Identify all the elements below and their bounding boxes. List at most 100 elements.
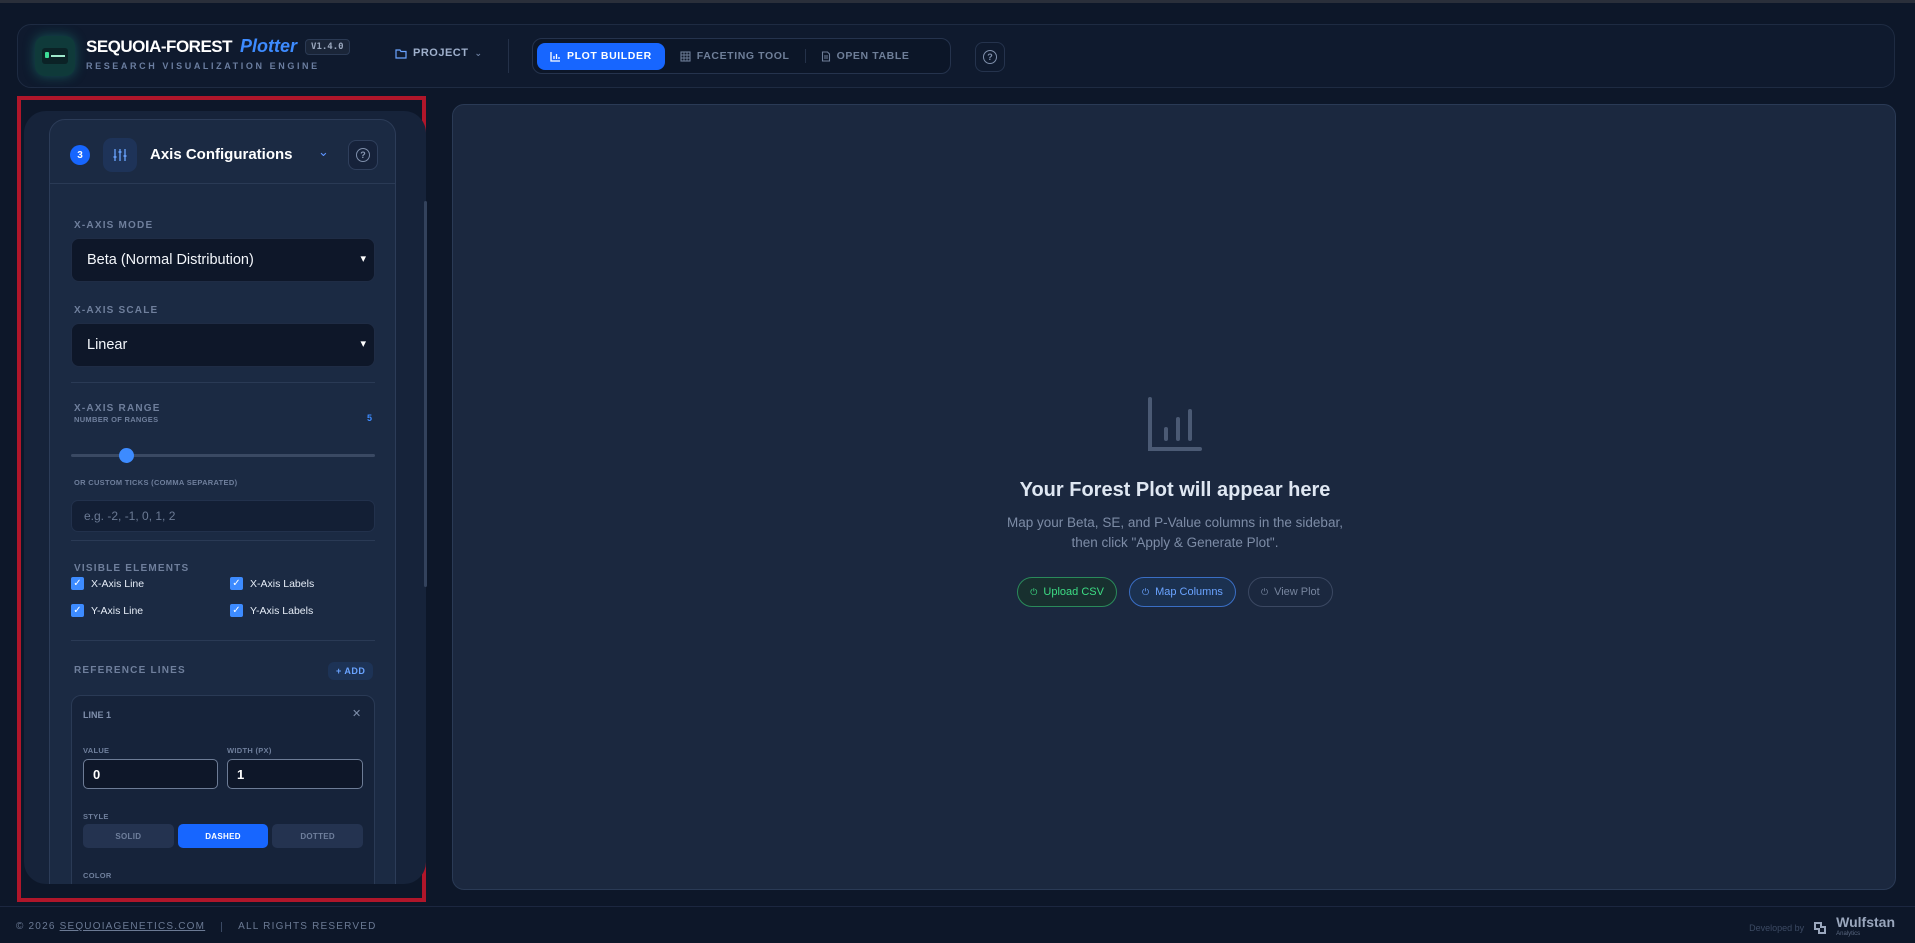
footer-right: Developed by Wulfstan Analytics (1749, 915, 1895, 940)
x-axis-mode-select[interactable]: Beta (Normal Distribution) ▾ (71, 238, 375, 282)
help-icon: ? (983, 50, 997, 64)
brand-name: SEQUOIA-FOREST (86, 36, 233, 56)
subtitle-line: Map your Beta, SE, and P-Value columns i… (1007, 515, 1343, 530)
step-pills: ⏻ Upload CSV ⏻ Map Columns ⏻ View Plot (453, 577, 1897, 607)
line-value-input[interactable]: 0 (83, 759, 218, 789)
checkbox-label: Y-Axis Labels (250, 604, 314, 617)
check-icon: ✓ (71, 577, 84, 590)
checkbox-x-axis-labels[interactable]: ✓ X-Axis Labels (230, 577, 314, 590)
developed-by-text: Developed by (1749, 923, 1805, 933)
select-value: Beta (Normal Distribution) (87, 252, 254, 268)
tagline: RESEARCH VISUALIZATION ENGINE (86, 61, 320, 71)
project-menu-button[interactable]: PROJECT ⌄ (395, 47, 483, 59)
tab-plot-builder[interactable]: PLOT BUILDER (537, 42, 665, 70)
tab-open-table[interactable]: OPEN TABLE (808, 43, 923, 70)
checkbox-y-axis-line[interactable]: ✓ Y-Axis Line (71, 604, 143, 617)
x-axis-range-label: X-AXIS RANGE (74, 403, 161, 414)
axis-config-card: 3 Axis Configurations ⌄ ? X-AXIS MODE Be… (49, 119, 396, 884)
x-axis-mode-label: X-AXIS MODE (74, 220, 154, 231)
x-axis-scale-label: X-AXIS SCALE (74, 305, 159, 316)
help-icon: ? (356, 148, 370, 162)
footer-divider (221, 921, 223, 932)
wulfstan-logo-icon (1814, 922, 1827, 934)
top-header: SEQUOIA-FOREST Plotter V1.4.0 RESEARCH V… (17, 24, 1895, 88)
chevron-down-icon: ▾ (360, 338, 366, 350)
line-style-toggle: SOLID DASHED DOTTED (83, 824, 364, 848)
section-title: Axis Configurations (150, 146, 293, 163)
power-icon: ⏻ (1030, 586, 1038, 597)
value-label: VALUE (83, 746, 110, 755)
header-divider (508, 39, 509, 73)
select-value: Linear (87, 337, 128, 353)
app-window: SEQUOIA-FOREST Plotter V1.4.0 RESEARCH V… (0, 0, 1915, 943)
sidebar-panel: 3 Axis Configurations ⌄ ? X-AXIS MODE Be… (24, 111, 426, 884)
style-solid-button[interactable]: SOLID (83, 824, 174, 848)
range-slider[interactable] (71, 448, 375, 463)
view-tabs: PLOT BUILDER FACETING TOOL OPEN TABLE (532, 38, 951, 74)
copyright-text: © 2026 (16, 921, 56, 932)
line-title: LINE 1 (83, 710, 112, 720)
style-dashed-button[interactable]: DASHED (177, 824, 269, 848)
checkbox-x-axis-line[interactable]: ✓ X-Axis Line (71, 577, 144, 590)
site-link[interactable]: SEQUOIAGENETICS.COM (60, 921, 206, 932)
pill-label: View Plot (1274, 586, 1320, 598)
view-plot-pill[interactable]: ⏻ View Plot (1247, 577, 1333, 607)
chart-placeholder-icon (1148, 397, 1202, 451)
checkbox-label: X-Axis Labels (250, 577, 315, 590)
check-icon: ✓ (230, 604, 243, 617)
help-button[interactable]: ? (975, 42, 1005, 72)
folder-icon (395, 48, 407, 59)
sidebar-scrollbar[interactable] (424, 201, 427, 587)
upload-csv-pill[interactable]: ⏻ Upload CSV (1017, 577, 1117, 607)
custom-ticks-label: OR CUSTOM TICKS (COMMA SEPARATED) (74, 478, 238, 487)
input-value: 1 (237, 766, 245, 782)
custom-ticks-input[interactable]: e.g. -2, -1, 0, 1, 2 (71, 500, 375, 532)
pill-label: Upload CSV (1043, 586, 1104, 598)
step-badge: 3 (70, 145, 90, 165)
reference-line-card: LINE 1 ✕ VALUE 0 WIDTH (PX) 1 STYLE SOLI… (71, 695, 375, 884)
pill-label: Map Columns (1155, 586, 1223, 598)
checkbox-y-axis-labels[interactable]: ✓ Y-Axis Labels (230, 604, 313, 617)
width-label: WIDTH (PX) (227, 746, 272, 755)
tab-faceting-tool[interactable]: FACETING TOOL (667, 43, 803, 70)
footer: © 2026 SEQUOIAGENETICS.COM ALL RIGHTS RE… (0, 906, 1915, 943)
brand-subtitle: Plotter (240, 36, 298, 56)
subtitle-line: then click "Apply & Generate Plot". (1071, 535, 1279, 550)
color-label: COLOR (83, 871, 112, 880)
tab-label: FACETING TOOL (696, 50, 790, 62)
plot-canvas-area: Your Forest Plot will appear here Map yo… (452, 104, 1896, 890)
card-header[interactable]: 3 Axis Configurations ⌄ ? (50, 120, 395, 184)
checkbox-label: X-Axis Line (91, 577, 145, 590)
line-width-input[interactable]: 1 (227, 759, 363, 789)
checkbox-label: Y-Axis Line (91, 604, 144, 617)
divider (71, 640, 375, 641)
check-icon: ✓ (230, 577, 243, 590)
style-dotted-button[interactable]: DOTTED (272, 824, 364, 848)
chevron-down-icon: ⌄ (474, 47, 483, 58)
number-of-ranges-label: NUMBER OF RANGES (74, 415, 159, 424)
close-icon[interactable]: ✕ (352, 707, 361, 720)
brand: SEQUOIA-FOREST Plotter V1.4.0 RESEARCH V… (86, 36, 350, 71)
developer-logo[interactable]: Wulfstan Analytics (1812, 915, 1895, 940)
divider (71, 382, 375, 383)
visible-elements-label: VISIBLE ELEMENTS (74, 563, 190, 574)
section-help-button[interactable]: ? (348, 140, 378, 170)
add-reference-line-button[interactable]: + ADD (328, 662, 374, 680)
tab-label: PLOT BUILDER (567, 50, 652, 62)
number-of-ranges-value: 5 (367, 413, 373, 423)
input-value: 0 (93, 766, 101, 782)
slider-handle[interactable] (118, 448, 134, 463)
bar-chart-icon (550, 51, 560, 62)
rights-text: ALL RIGHTS RESERVED (238, 921, 377, 932)
map-columns-pill[interactable]: ⏻ Map Columns (1128, 577, 1236, 607)
x-axis-scale-select[interactable]: Linear ▾ (71, 323, 375, 367)
chevron-down-icon[interactable]: ⌄ (318, 144, 329, 160)
chevron-down-icon: ▾ (360, 253, 366, 265)
power-icon: ⏻ (1141, 586, 1150, 597)
app-logo (35, 36, 75, 76)
tab-label: OPEN TABLE (836, 50, 910, 62)
divider (71, 540, 375, 541)
document-icon (821, 50, 830, 62)
empty-state-subtitle: Map your Beta, SE, and P-Value columns i… (453, 513, 1897, 553)
tab-separator (804, 49, 806, 63)
